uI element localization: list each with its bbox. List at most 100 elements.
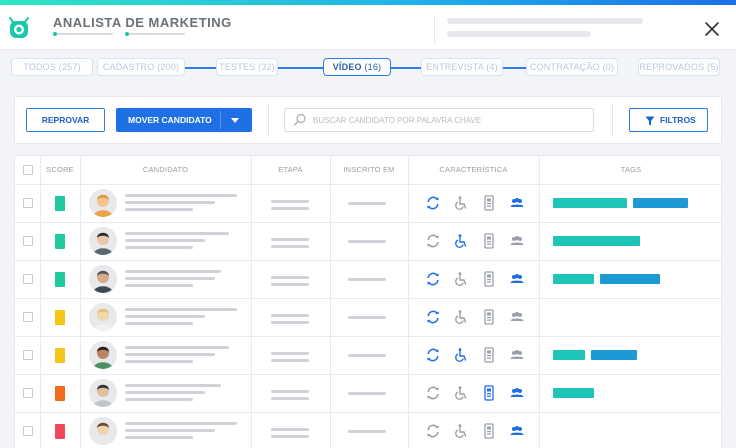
group-icon[interactable] [509, 195, 525, 211]
search-input[interactable] [313, 109, 583, 131]
stage-placeholder [271, 245, 309, 248]
toolbar-divider [268, 105, 269, 135]
row-divider [15, 222, 721, 223]
stage-tab[interactable]: TODOS (257) [11, 58, 93, 76]
id-badge-icon[interactable] [481, 423, 497, 439]
tag-chip[interactable] [600, 274, 660, 284]
stage-placeholder [271, 314, 309, 317]
applied-date-placeholder [348, 354, 386, 357]
sync-icon[interactable] [425, 423, 441, 439]
reject-button[interactable]: REPROVAR [26, 108, 105, 132]
wheelchair-icon[interactable] [453, 271, 469, 287]
tag-chip[interactable] [591, 350, 637, 360]
row-checkbox[interactable] [23, 198, 33, 208]
filters-label: FILTROS [660, 115, 696, 125]
stage-tab[interactable]: REPROVADOS (5) [638, 58, 720, 76]
group-icon[interactable] [509, 233, 525, 249]
stage-tab[interactable]: CADASTRO (200) [97, 58, 185, 76]
candidate-detail-placeholder [125, 391, 205, 394]
id-badge-icon[interactable] [481, 385, 497, 401]
stage-tab[interactable]: ENTREVISTA (4) [421, 58, 503, 76]
filters-button[interactable]: FILTROS [629, 108, 708, 132]
tag-chip[interactable] [553, 198, 627, 208]
id-badge-icon[interactable] [481, 195, 497, 211]
sync-icon[interactable] [425, 309, 441, 325]
row-checkbox[interactable] [23, 388, 33, 398]
row-checkbox[interactable] [23, 274, 33, 284]
group-icon[interactable] [509, 271, 525, 287]
wheelchair-icon[interactable] [453, 423, 469, 439]
avatar[interactable] [89, 189, 117, 217]
group-icon[interactable] [509, 385, 525, 401]
chevron-down-icon[interactable] [231, 118, 239, 123]
id-badge-icon[interactable] [481, 271, 497, 287]
stage-tab-name: VÍDEO [332, 62, 362, 72]
id-badge-icon[interactable] [481, 347, 497, 363]
toolbar: REPROVAR MOVER CANDIDATO FILTROS [14, 96, 722, 144]
sync-icon[interactable] [425, 271, 441, 287]
row-checkbox[interactable] [23, 236, 33, 246]
stage-tab[interactable]: TESTES (32) [216, 58, 278, 76]
stage-tab[interactable]: VÍDEO (16) [323, 58, 391, 76]
tag-chip[interactable] [633, 198, 688, 208]
stage-tab[interactable]: CONTRATAÇÃO (0) [526, 58, 618, 76]
wheelchair-icon[interactable] [453, 347, 469, 363]
row-checkbox[interactable] [23, 312, 33, 322]
tag-chip[interactable] [553, 236, 640, 246]
candidate-detail-placeholder [125, 201, 215, 204]
candidate-detail-placeholder [125, 322, 193, 325]
id-badge-icon[interactable] [481, 233, 497, 249]
move-candidate-button[interactable]: MOVER CANDIDATO [116, 108, 252, 132]
tag-chip[interactable] [553, 388, 594, 398]
stage-placeholder [271, 283, 309, 286]
wheelchair-icon[interactable] [453, 233, 469, 249]
wheelchair-icon[interactable] [453, 309, 469, 325]
group-icon[interactable] [509, 423, 525, 439]
stage-pipeline: TODOS (257) CADASTRO (200) TESTES (32) VÍDE… [0, 50, 736, 85]
row-checkbox[interactable] [23, 350, 33, 360]
sync-icon[interactable] [425, 195, 441, 211]
candidate-detail-placeholder [125, 429, 215, 432]
candidate-detail-placeholder [125, 360, 193, 363]
id-badge-icon[interactable] [481, 309, 497, 325]
applied-date-placeholder [348, 430, 386, 433]
group-icon[interactable] [509, 347, 525, 363]
candidate-detail-placeholder [125, 277, 215, 280]
sync-icon[interactable] [425, 385, 441, 401]
score-indicator [55, 272, 65, 287]
avatar[interactable] [89, 265, 117, 293]
stage-placeholder [271, 321, 309, 324]
row-checkbox[interactable] [23, 426, 33, 436]
filter-icon [645, 116, 655, 126]
search-box [284, 108, 594, 132]
avatar[interactable] [89, 341, 117, 369]
column-header-characteristics: CARACTERÍSTICA [439, 165, 508, 174]
sync-icon[interactable] [425, 233, 441, 249]
wheelchair-icon[interactable] [453, 195, 469, 211]
candidate-detail-placeholder [125, 315, 205, 318]
group-icon[interactable] [509, 309, 525, 325]
column-divider [408, 156, 409, 448]
score-indicator [55, 386, 65, 401]
avatar[interactable] [89, 303, 117, 331]
close-icon[interactable] [703, 20, 721, 38]
candidate-detail-placeholder [125, 208, 193, 211]
candidate-detail-placeholder [125, 398, 193, 401]
select-all-checkbox[interactable] [23, 165, 33, 175]
candidate-name-placeholder [125, 346, 229, 349]
progress-track [53, 33, 113, 35]
sync-icon[interactable] [425, 347, 441, 363]
avatar[interactable] [89, 417, 117, 445]
move-candidate-label: MOVER CANDIDATO [128, 115, 212, 125]
wheelchair-icon[interactable] [453, 385, 469, 401]
avatar[interactable] [89, 379, 117, 407]
avatar[interactable] [89, 227, 117, 255]
applied-date-placeholder [348, 278, 386, 281]
row-divider [15, 412, 721, 413]
candidate-detail-placeholder [125, 246, 193, 249]
tag-chip[interactable] [553, 274, 594, 284]
progress-marker [53, 32, 57, 36]
column-divider [40, 156, 41, 448]
candidate-name-placeholder [125, 422, 237, 425]
tag-chip[interactable] [553, 350, 585, 360]
